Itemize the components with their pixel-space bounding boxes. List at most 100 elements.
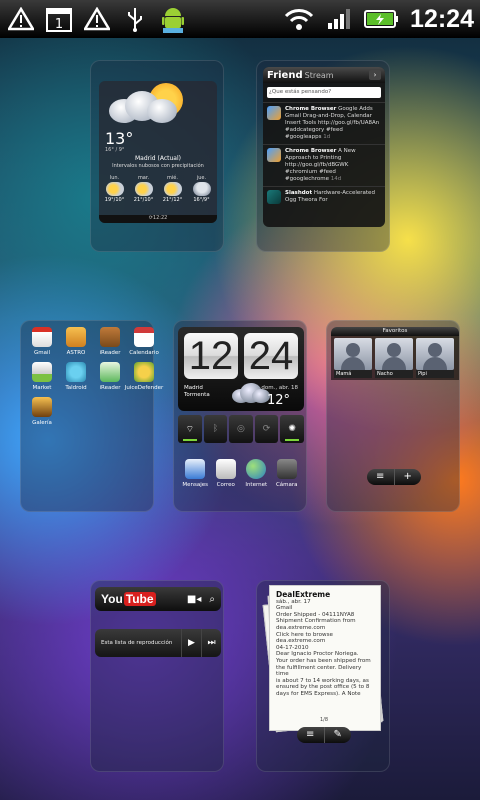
favorites-controls: ≡ + <box>367 469 421 485</box>
wifi-toggle[interactable]: ⌔ <box>178 415 202 443</box>
app-grid: Gmail ASTRO iReader Calendario Market Ta… <box>21 321 163 432</box>
favorite-contact[interactable]: Nacho <box>375 338 413 378</box>
weather-temperature: 13° <box>105 129 134 148</box>
reader-icon <box>100 362 120 382</box>
app-shortcut-messages[interactable]: Mensajes <box>180 459 211 488</box>
home-panel-favorites[interactable]: Favoritos Mamá Nacho Pipi ≡ + <box>326 320 460 512</box>
note-sheet[interactable]: DealExtreme sáb., abr. 17 Gmail Order Shi… <box>269 585 381 731</box>
app-shortcut-calendar[interactable]: Calendario <box>127 327 161 356</box>
clock-minutes: 24 <box>244 333 298 379</box>
brightness-toggle[interactable]: ✺ <box>280 415 304 443</box>
gps-toggle[interactable]: ◎ <box>229 415 253 443</box>
app-shortcut-camera[interactable]: Cámara <box>272 459 303 488</box>
clock-hours: 12 <box>184 333 238 379</box>
mail-icon <box>215 459 236 479</box>
contact-avatar-icon <box>334 338 372 370</box>
youtube-logo: You Tube <box>101 592 156 606</box>
warning-icon <box>6 4 36 34</box>
messages-icon <box>185 459 206 479</box>
note-page-indicator: 1/8 <box>319 717 329 723</box>
status-bar[interactable]: 1 12:24 <box>0 0 480 38</box>
stream-post[interactable]: Slashdot Hardware-Accelerated Ogg Theora… <box>263 186 385 207</box>
status-clock: 12:24 <box>410 4 474 33</box>
youtube-widget-header[interactable]: You Tube ■◂ ⌕ <box>95 587 221 611</box>
favorites-widget[interactable]: Favoritos Mamá Nacho Pipi <box>331 327 459 487</box>
chrome-avatar-icon <box>267 148 281 162</box>
android-debug-icon <box>158 4 188 34</box>
home-panel-apps[interactable]: Gmail ASTRO iReader Calendario Market Ta… <box>20 320 163 512</box>
notes-controls: ≡ ✎ <box>297 727 351 743</box>
slashdot-avatar-icon <box>267 190 281 204</box>
app-shortcut-astro[interactable]: ASTRO <box>59 327 93 356</box>
weather-widget[interactable]: 13° 16° / 9° Madrid (Actual) Intervalos … <box>99 81 217 223</box>
settings-toggles: ⌔ ᛒ ◎ ⟳ ✺ <box>178 415 304 443</box>
rain-cloud-icon <box>107 85 181 125</box>
calendar-icon <box>134 327 154 347</box>
friend-stream-header: Friend Stream › <box>263 67 385 83</box>
app-shortcut-market[interactable]: Market <box>25 362 59 391</box>
bluetooth-toggle[interactable]: ᛒ <box>203 415 228 443</box>
calendar-day: 1 <box>55 17 63 32</box>
partly-cloudy-icon <box>163 182 182 196</box>
camera-icon <box>276 459 297 479</box>
friend-stream-widget[interactable]: Friend Stream › ¿Que estás pensando? Chr… <box>263 67 385 227</box>
favorite-contact[interactable]: Mamá <box>334 338 372 378</box>
app-shortcut-juicedefender[interactable]: JuiceDefender <box>125 362 163 391</box>
weather-condition: Intervalos nubosos con precipitación <box>112 163 204 169</box>
app-shortcut-reader[interactable]: iReader <box>93 362 127 391</box>
note-content: DealExtreme sáb., abr. 17 Gmail Order Shi… <box>276 590 374 698</box>
edit-icon[interactable]: ✎ <box>323 727 352 743</box>
rain-icon <box>192 182 211 196</box>
app-shortcut-gallery[interactable]: Galería <box>25 397 59 426</box>
favorite-contact[interactable]: Pipi <box>416 338 454 378</box>
juice-icon <box>134 362 154 382</box>
contact-avatar-icon <box>375 338 413 370</box>
menu-icon[interactable]: ≡ <box>367 469 394 485</box>
clock-widget[interactable]: 12 24 Madrid Tormenta dom., abr. 18 12° <box>178 327 304 411</box>
warning-icon <box>82 4 112 34</box>
market-icon <box>32 362 52 382</box>
wifi-icon <box>284 4 314 34</box>
favorites-contacts: Mamá Nacho Pipi <box>331 336 459 380</box>
status-update-input[interactable]: ¿Que estás pensando? <box>267 87 381 98</box>
add-icon[interactable]: + <box>393 469 422 485</box>
home-panel-notes[interactable]: DealExtreme sáb., abr. 17 Gmail Order Shi… <box>256 580 390 772</box>
app-shortcut-internet[interactable]: Internet <box>241 459 272 488</box>
dock-apps: Mensajes Correo Internet Cámara <box>178 459 304 488</box>
menu-icon[interactable]: ≡ <box>297 727 324 743</box>
chevron-right-icon[interactable]: › <box>369 70 381 80</box>
forecast-day: lun. 19°/10° <box>104 175 125 203</box>
app-shortcut-taldroid[interactable]: Taldroid <box>59 362 93 391</box>
gallery-icon <box>32 397 52 417</box>
battery-icon <box>364 4 400 34</box>
weather-forecast: lun. 19°/10° mar. 21°/10° mié. 21°/12° jue.… <box>101 175 215 203</box>
folder-icon <box>66 327 86 347</box>
weather-updated: ⟳12:22 <box>99 215 217 223</box>
note-title: DealExtreme <box>276 590 331 599</box>
stream-post[interactable]: Chrome Browser A New Approach to Printin… <box>263 144 385 186</box>
partly-cloudy-icon <box>134 182 153 196</box>
home-panel-friend-stream[interactable]: Friend Stream › ¿Que estás pensando? Chr… <box>256 60 390 252</box>
signal-icon <box>324 4 354 34</box>
clock-city: Madrid Tormenta <box>184 385 210 398</box>
stream-post[interactable]: Chrome Browser Google Adds Gmail Drag-an… <box>263 102 385 144</box>
home-panel-youtube[interactable]: You Tube ■◂ ⌕ Esta lista de reproducción … <box>90 580 224 772</box>
book-icon <box>100 327 120 347</box>
app-shortcut-ireader[interactable]: iReader <box>93 327 127 356</box>
sync-toggle[interactable]: ⟳ <box>254 415 279 443</box>
weather-range: 16° / 9° <box>105 147 125 153</box>
search-icon[interactable]: ⌕ <box>209 594 215 605</box>
contact-avatar-icon <box>416 338 454 370</box>
video-camera-icon[interactable]: ■◂ <box>187 594 201 605</box>
forecast-day: mié. 21°/12° <box>162 175 183 203</box>
home-panel-clock[interactable]: 12 24 Madrid Tormenta dom., abr. 18 12° ⌔… <box>173 320 307 512</box>
youtube-playlist-bar[interactable]: Esta lista de reproducción ▶ ⏭ <box>95 629 221 657</box>
play-icon[interactable]: ▶ <box>181 629 201 657</box>
chrome-avatar-icon <box>267 106 281 120</box>
home-panel-weather[interactable]: 13° 16° / 9° Madrid (Actual) Intervalos … <box>90 60 224 252</box>
app-shortcut-gmail[interactable]: Gmail <box>25 327 59 356</box>
weather-city: Madrid (Actual) <box>135 155 181 162</box>
next-icon[interactable]: ⏭ <box>201 629 221 657</box>
app-shortcut-mail[interactable]: Correo <box>211 459 242 488</box>
playlist-label: Esta lista de reproducción <box>101 640 173 646</box>
